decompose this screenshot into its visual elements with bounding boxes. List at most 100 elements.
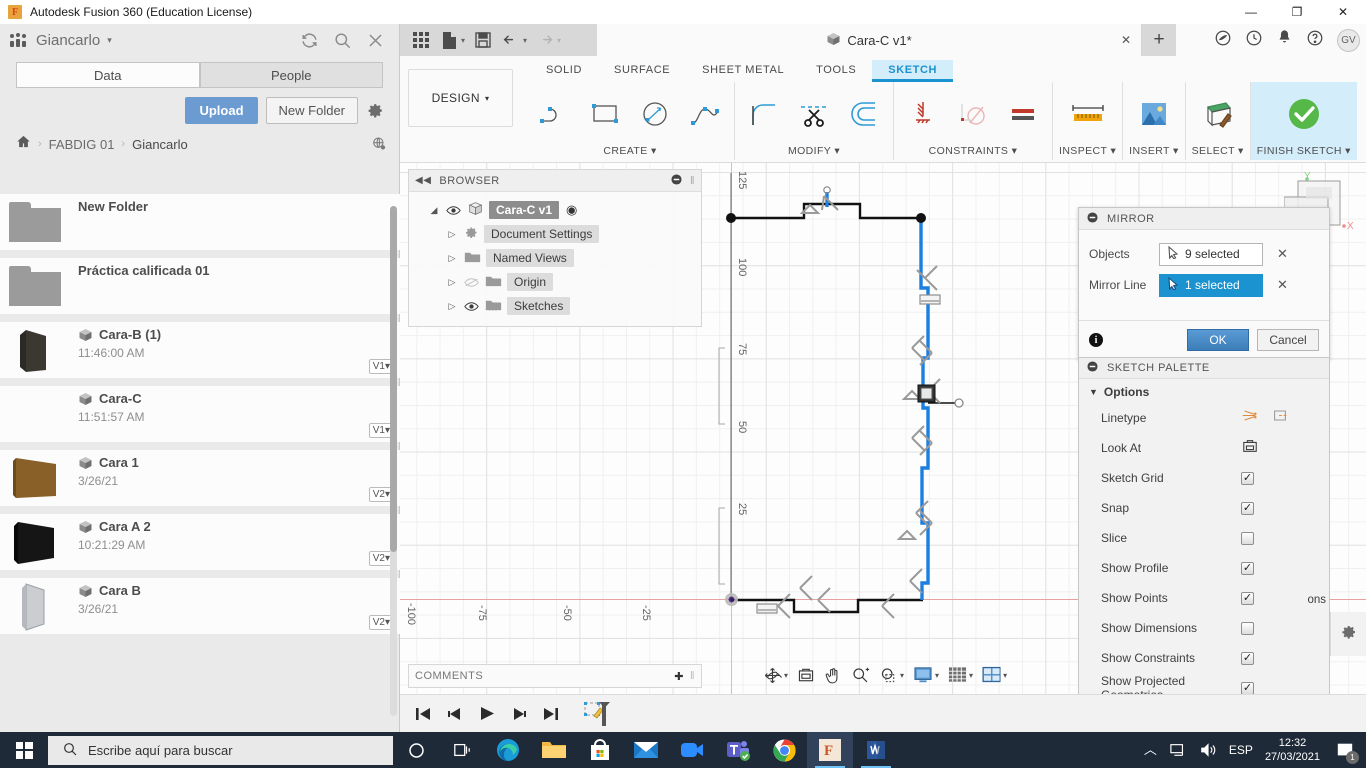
objects-selection-box[interactable]: 9 selected xyxy=(1159,242,1263,266)
document-tab[interactable]: Cara-C v1* ✕ xyxy=(597,24,1142,56)
insert-image-icon[interactable] xyxy=(1131,91,1177,137)
zoom-icon[interactable] xyxy=(669,732,715,768)
list-item[interactable]: Cara B 3/26/21 V2▾ xyxy=(0,578,400,634)
new-folder-button[interactable]: New Folder xyxy=(265,97,358,124)
visibility-eye-icon[interactable] xyxy=(446,205,462,216)
gear-icon[interactable] xyxy=(366,101,385,120)
panel-constraints-label[interactable]: CONSTRAINTS ▾ xyxy=(929,145,1018,160)
offset-icon[interactable] xyxy=(841,91,887,137)
visibility-eye-icon[interactable] xyxy=(464,301,480,312)
orbit-icon[interactable]: ▾ xyxy=(760,664,791,687)
pan-icon[interactable] xyxy=(821,664,845,687)
status-bar-settings[interactable] xyxy=(1330,612,1366,656)
spline-icon[interactable] xyxy=(682,91,728,137)
breadcrumb-item-project[interactable]: FABDIG 01 xyxy=(49,137,115,152)
tab-sheet-metal[interactable]: SHEET METAL xyxy=(686,60,800,82)
clear-objects-icon[interactable]: ✕ xyxy=(1277,246,1288,262)
show-dimensions-checkbox[interactable] xyxy=(1241,621,1254,635)
visibility-eye-off-icon[interactable] xyxy=(464,277,480,288)
tab-tools[interactable]: TOOLS xyxy=(800,60,872,82)
clock[interactable]: 12:32 27/03/2021 xyxy=(1265,736,1320,764)
zoom-window-icon[interactable]: ▾ xyxy=(876,664,907,687)
recent-icon[interactable] xyxy=(1245,29,1263,52)
chevron-down-icon[interactable]: ▾ xyxy=(107,35,112,46)
help-icon[interactable] xyxy=(1306,29,1324,52)
file-menu-caret-icon[interactable]: ▾ xyxy=(461,36,465,45)
show-profile-checkbox[interactable] xyxy=(1241,561,1254,575)
fusion360-icon[interactable]: F xyxy=(807,732,853,768)
go-to-end-icon[interactable] xyxy=(540,703,562,725)
vertical-constraint-icon[interactable] xyxy=(900,91,946,137)
trim-icon[interactable] xyxy=(791,91,837,137)
look-at-icon[interactable] xyxy=(1241,438,1259,459)
list-item[interactable]: New Folder xyxy=(0,194,400,250)
sketch-canvas[interactable]: 125 100 75 50 25 -100 -75 -50 -25 ◀◀ BRO… xyxy=(400,163,1366,694)
team-name[interactable]: Giancarlo xyxy=(36,32,100,49)
sketch-grid-checkbox[interactable] xyxy=(1241,471,1254,485)
panel-finish-sketch-label[interactable]: FINISH SKETCH ▾ xyxy=(1257,145,1351,160)
list-item-card[interactable]: Cara 1 3/26/21 V2▾ xyxy=(70,450,400,506)
microsoft-store-icon[interactable] xyxy=(577,732,623,768)
list-item-card[interactable]: Cara-B (1) 11:46:00 AM V1▾ xyxy=(70,322,400,378)
construction-line-icon[interactable] xyxy=(1241,408,1259,428)
file-list[interactable]: New Folder Práctica calificada 01 Cara-B… xyxy=(0,194,400,732)
browser-node-named-views[interactable]: ▷ Named Views xyxy=(409,246,701,270)
tab-people[interactable]: People xyxy=(199,62,383,88)
tab-solid[interactable]: SOLID xyxy=(530,60,598,82)
origin-point[interactable] xyxy=(725,593,738,606)
chevron-down-icon[interactable]: ▾ xyxy=(1003,671,1007,680)
centerline-icon[interactable] xyxy=(1271,408,1289,428)
panel-insert-label[interactable]: INSERT ▾ xyxy=(1129,145,1179,160)
info-icon[interactable]: i xyxy=(1089,333,1103,347)
refresh-icon[interactable] xyxy=(300,31,319,50)
minus-icon[interactable] xyxy=(671,173,682,188)
panel-modify-label[interactable]: MODIFY ▾ xyxy=(788,145,840,160)
network-icon[interactable] xyxy=(1169,742,1187,758)
expand-arrow-icon[interactable]: ▷ xyxy=(445,301,459,312)
browser-resize-handle[interactable]: ‖ xyxy=(690,175,695,187)
maximize-button[interactable]: ❐ xyxy=(1274,0,1320,24)
gear-icon[interactable] xyxy=(1340,623,1358,646)
browser-node-origin[interactable]: ▷ Origin xyxy=(409,270,701,294)
file-menu-icon[interactable] xyxy=(436,27,462,53)
list-item[interactable]: Cara 1 3/26/21 V2▾ xyxy=(0,450,400,506)
breadcrumb-item-folder[interactable]: Giancarlo xyxy=(132,137,188,152)
viewports-icon[interactable]: ▾ xyxy=(979,664,1010,686)
list-item-card[interactable]: Cara A 2 10:21:29 AM V2▾ xyxy=(70,514,400,570)
chrome-icon[interactable] xyxy=(761,732,807,768)
comments-bar[interactable]: COMMENTS ✚ ‖ xyxy=(408,664,702,688)
finish-sketch-check-icon[interactable] xyxy=(1281,91,1327,137)
edge-icon[interactable] xyxy=(485,732,531,768)
browser-node-sketches[interactable]: ▷ Sketches xyxy=(409,294,701,318)
windows-start-icon[interactable] xyxy=(0,732,48,768)
mirror-line-selection-box[interactable]: 1 selected xyxy=(1159,273,1263,297)
list-item[interactable]: Cara-C 11:51:57 AM V1▾ xyxy=(0,386,400,442)
minus-icon[interactable] xyxy=(1087,211,1098,226)
cortana-icon[interactable] xyxy=(393,732,439,768)
ok-button[interactable]: OK xyxy=(1187,329,1249,351)
list-item[interactable]: Cara-B (1) 11:46:00 AM V1▾ xyxy=(0,322,400,378)
search-input[interactable]: Escribe aquí para buscar xyxy=(48,735,393,765)
save-icon[interactable] xyxy=(470,27,496,53)
file-explorer-icon[interactable] xyxy=(531,732,577,768)
rectangle-icon[interactable] xyxy=(582,91,628,137)
collapse-left-icon[interactable]: ◀◀ xyxy=(415,175,431,186)
comments-resize-handle[interactable]: ‖ xyxy=(690,670,695,682)
select-icon[interactable] xyxy=(1195,91,1241,137)
show-data-panel-icon[interactable] xyxy=(408,27,434,53)
close-panel-icon[interactable] xyxy=(366,31,385,50)
browser-node-document-settings[interactable]: ▷ Document Settings xyxy=(409,222,701,246)
show-constraints-checkbox[interactable] xyxy=(1241,651,1254,665)
browser-node-cara-c[interactable]: ◢ Cara-C v1 ◉ xyxy=(409,198,701,222)
tab-data[interactable]: Data xyxy=(16,62,200,88)
upload-button[interactable]: Upload xyxy=(185,97,258,124)
list-item[interactable]: Práctica calificada 01 xyxy=(0,258,400,314)
chevron-down-icon[interactable]: ▾ xyxy=(935,671,939,680)
tab-surface[interactable]: SURFACE xyxy=(598,60,686,82)
circle-icon[interactable] xyxy=(632,91,678,137)
add-comment-icon[interactable]: ✚ xyxy=(674,670,684,683)
redo-caret-icon[interactable]: ▾ xyxy=(557,36,561,45)
close-button[interactable]: ✕ xyxy=(1320,0,1366,24)
step-forward-icon[interactable] xyxy=(508,703,530,725)
home-icon[interactable] xyxy=(16,134,31,154)
